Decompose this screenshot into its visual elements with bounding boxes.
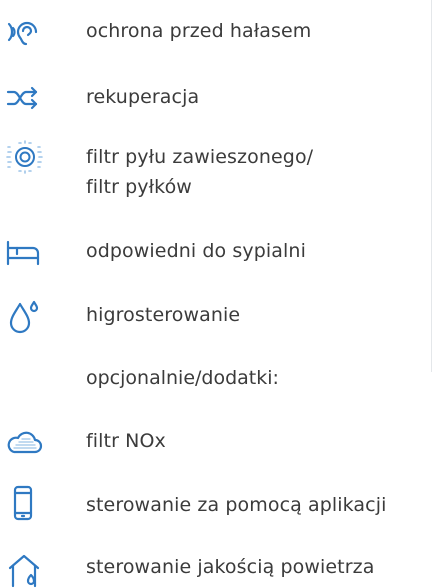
feature-label-line: filtr pyłu zawieszonego/ — [86, 146, 314, 168]
feature-label: rekuperacja — [86, 86, 200, 108]
feature-label-multiline: filtr pyłu zawieszonego/ filtr pyłków — [86, 142, 313, 202]
feature-list-page: ochrona przed hałasem rekuperacja filtr … — [0, 0, 435, 588]
feature-label: ochrona przed hałasem — [86, 20, 312, 42]
feature-item-particulate-filter: filtr pyłu zawieszonego/ filtr pyłków — [0, 138, 435, 208]
feature-label: filtr NOx — [86, 430, 166, 452]
cloud-filter-icon — [4, 422, 44, 462]
feature-item-noise-protection: ochrona przed hałasem — [0, 12, 435, 52]
shuffle-recovery-icon — [4, 78, 44, 118]
filter-ring-icon — [4, 137, 44, 177]
optional-heading: opcjonalnie/dodatki: — [86, 367, 279, 389]
water-drop-icon — [4, 296, 44, 336]
feature-label: sterowanie jakością powietrza — [86, 556, 375, 578]
feature-label: higrosterowanie — [86, 304, 241, 326]
optional-item-app-control: sterowanie za pomocą aplikacji — [0, 484, 435, 524]
optional-item-air-quality-control: sterowanie jakością powietrza — [0, 548, 435, 588]
smartphone-icon — [4, 484, 44, 524]
feature-item-humidity-control: higrosterowanie — [0, 296, 435, 336]
feature-label-line: filtr pyłków — [86, 176, 192, 198]
feature-label: odpowiedni do sypialni — [86, 240, 306, 262]
house-air-icon — [4, 548, 44, 588]
bed-icon — [4, 232, 44, 272]
feature-label: sterowanie za pomocą aplikacji — [86, 494, 387, 516]
optional-item-nox-filter: filtr NOx — [0, 422, 435, 462]
ear-sound-icon — [4, 12, 44, 52]
feature-item-recuperation: rekuperacja — [0, 78, 435, 118]
feature-item-bedroom-suitable: odpowiedni do sypialni — [0, 232, 435, 272]
